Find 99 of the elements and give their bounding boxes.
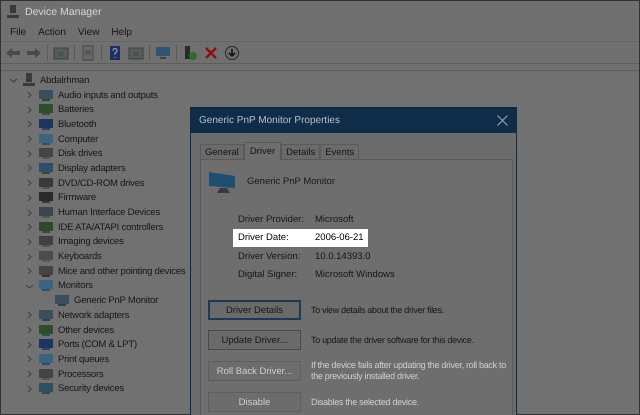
expand-chevron-icon[interactable]: [24, 119, 34, 130]
device-icon: [54, 294, 70, 308]
device-icon: [38, 118, 54, 131]
window-title: Device Manager: [25, 6, 102, 18]
x-icon[interactable]: [203, 44, 219, 60]
tree-item[interactable]: Bluetooth: [58, 118, 96, 130]
tree-item[interactable]: Print queues: [58, 354, 109, 365]
field-value: 10.0.14393.0: [315, 250, 372, 262]
tree-item[interactable]: Imaging devices: [58, 236, 124, 248]
close-icon[interactable]: [497, 115, 508, 126]
tree-item[interactable]: Disk drives: [58, 148, 102, 160]
menu-item[interactable]: File: [5, 26, 34, 38]
monitor-icon[interactable]: [155, 44, 171, 60]
device-icon: [38, 250, 54, 264]
action-description: To view details about the driver files.: [311, 304, 445, 316]
action-button[interactable]: Driver Details: [208, 300, 301, 320]
device-icon: [38, 279, 54, 292]
expand-chevron-icon[interactable]: [24, 266, 34, 276]
device-icon: [38, 103, 54, 116]
field-label: Driver Version:: [238, 250, 302, 262]
field-value: Microsoft: [315, 214, 355, 225]
tab[interactable]: Events: [320, 144, 360, 159]
expand-chevron-icon[interactable]: [24, 252, 34, 262]
monitor-icon: [208, 170, 238, 196]
device-icon: [38, 162, 54, 175]
expand-chevron-icon[interactable]: [24, 384, 34, 394]
action-description: If the device fails after updating the driver, roll back to the previously installed driver.: [311, 360, 507, 382]
tree-item[interactable]: Processors: [58, 368, 104, 380]
tree-item[interactable]: Mice and other pointing devices: [58, 266, 186, 277]
expand-chevron-icon[interactable]: [24, 104, 34, 115]
device-icon: [38, 147, 54, 160]
tab[interactable]: Driver: [244, 142, 282, 160]
tree-item[interactable]: Human Interface Devices: [58, 207, 160, 218]
tree-item[interactable]: Other devices: [58, 324, 114, 336]
down-arrow-circle-icon[interactable]: [224, 44, 240, 60]
expand-chevron-icon[interactable]: [24, 148, 34, 159]
expand-chevron-icon[interactable]: [24, 340, 34, 350]
tree-item[interactable]: Security devices: [58, 383, 124, 394]
device-icon: [38, 220, 54, 234]
device-icon: [38, 191, 54, 204]
expand-chevron-icon[interactable]: [24, 310, 34, 320]
device-plus-icon[interactable]: [182, 44, 198, 60]
tree-item[interactable]: IDE ATA/ATAPI controllers: [58, 222, 164, 233]
tree-item[interactable]: Monitors: [58, 280, 93, 292]
device-name: Generic PnP Monitor: [247, 176, 336, 187]
panel-icon[interactable]: [128, 44, 144, 60]
tree-item[interactable]: Ports (COM & LPT): [58, 339, 137, 350]
device-icon: [38, 382, 54, 396]
tree-item[interactable]: Batteries: [58, 104, 94, 116]
device-icon: [38, 132, 54, 146]
tree-item[interactable]: Network adapters: [58, 310, 130, 321]
tree-item[interactable]: DVD/CD-ROM drives: [58, 178, 144, 189]
expand-chevron-icon[interactable]: [24, 325, 34, 336]
expand-chevron-icon[interactable]: [24, 236, 34, 247]
device-icon: [38, 324, 54, 337]
device-icon: [38, 352, 54, 366]
help-icon[interactable]: [107, 44, 123, 60]
device-icon: [38, 235, 54, 248]
tree-item[interactable]: Audio inputs and outputs: [58, 90, 158, 101]
field-value: 2006-06-21: [315, 232, 365, 244]
panel-icon[interactable]: [53, 44, 69, 60]
field-label: Driver Date:: [238, 232, 290, 244]
tree-item[interactable]: Firmware: [58, 192, 96, 204]
action-button[interactable]: Update Driver...: [208, 330, 301, 350]
tree-item[interactable]: Keyboards: [58, 251, 102, 262]
action-description: To update the driver software for this device.: [311, 334, 475, 346]
expand-chevron-icon[interactable]: [24, 208, 34, 218]
expand-chevron-icon[interactable]: [24, 178, 34, 188]
expand-chevron-icon[interactable]: [24, 354, 34, 364]
menu-item[interactable]: View: [72, 26, 106, 38]
tree-item[interactable]: Generic PnP Monitor: [74, 295, 158, 306]
device-icon: [38, 176, 54, 190]
expand-chevron-icon[interactable]: [24, 90, 34, 100]
tree-item[interactable]: Abdalrhman: [40, 74, 90, 86]
device-icon: [38, 264, 54, 278]
dialog-title: Generic PnP Monitor Properties: [199, 115, 340, 126]
computer-tree-icon: [22, 73, 36, 88]
device-icon: [38, 368, 54, 381]
expand-chevron-icon[interactable]: [24, 369, 34, 380]
action-description: Disables the selected device.: [311, 396, 420, 408]
expand-chevron-icon[interactable]: [24, 192, 34, 203]
field-label: Driver Provider:: [238, 214, 305, 225]
computer-tree-icon: [7, 5, 19, 19]
device-icon: [38, 206, 54, 220]
tree-item[interactable]: Computer: [58, 134, 98, 145]
device-icon: [38, 88, 54, 102]
menu-item[interactable]: Help: [106, 26, 139, 38]
device-icon: [38, 308, 54, 322]
expand-chevron-icon[interactable]: [24, 134, 34, 144]
expand-chevron-icon[interactable]: [24, 222, 34, 232]
page-icon[interactable]: [80, 44, 96, 60]
expand-chevron-icon[interactable]: [24, 163, 34, 174]
field-value: Microsoft Windows: [315, 269, 396, 280]
tree-item[interactable]: Display adapters: [58, 162, 126, 174]
field-label: Digital Signer:: [238, 269, 298, 280]
tab[interactable]: Details: [281, 144, 320, 159]
menu-item[interactable]: Action: [33, 26, 73, 38]
tab[interactable]: General: [200, 144, 244, 159]
device-icon: [38, 338, 54, 352]
